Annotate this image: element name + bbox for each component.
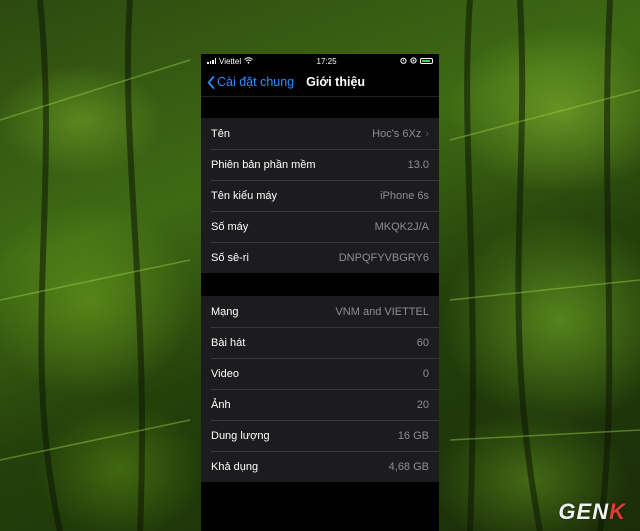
row-videos: Video 0 [201,358,439,389]
watermark-text: GEN [558,499,610,524]
row-value: 0 [422,367,429,380]
row-label: Ảnh [211,398,231,411]
row-serial-number: Số sê-ri DNPQFYVBGRY6 [201,242,439,273]
alarm-icon [400,57,407,66]
row-label: Số máy [211,220,249,233]
battery-icon [420,58,433,64]
chevron-right-icon: › [425,127,429,140]
signal-icon [207,58,216,64]
status-bar: Viettel 17:25 [201,54,439,68]
rotation-lock-icon [410,56,417,66]
row-label: Số sê-ri [211,251,249,264]
row-photos: Ảnh 20 [201,389,439,420]
row-songs: Bài hát 60 [201,327,439,358]
usage-info-group: Mạng VNM and VIETTEL Bài hát 60 Video 0 … [201,296,439,482]
watermark-accent-text: K [609,499,626,524]
device-info-group: Tên Hoc's 6Xz › Phiên bản phần mềm 13.0 … [201,118,439,273]
row-model-name: Tên kiểu máy iPhone 6s [201,180,439,211]
page-title: Giới thiệu [306,75,366,89]
row-value: iPhone 6s [380,189,429,202]
row-value: 4,68 GB [388,460,429,473]
row-capacity: Dung lượng 16 GB [201,420,439,451]
chevron-left-icon [207,75,215,89]
row-available: Khả dụng 4,68 GB [201,451,439,482]
row-value: DNPQFYVBGRY6 [338,251,429,264]
row-value: VNM and VIETTEL [335,305,429,318]
row-label: Video [211,367,239,380]
row-label: Mạng [211,305,239,318]
row-value: 20 [416,398,429,411]
wifi-icon [244,56,253,66]
navigation-bar: Cài đặt chung Giới thiệu [201,68,439,97]
row-label: Tên kiểu máy [211,189,278,202]
row-network: Mạng VNM and VIETTEL [201,296,439,327]
row-label: Bài hát [211,336,246,349]
row-software-version: Phiên bản phần mềm 13.0 [201,149,439,180]
row-label: Khả dụng [211,460,259,473]
row-value: 16 GB [397,429,429,442]
row-model-number: Số máy MKQK2J/A [201,211,439,242]
back-button[interactable]: Cài đặt chung [207,75,294,89]
row-label: Tên [211,127,230,140]
row-label: Phiên bản phần mềm [211,158,316,171]
genk-watermark-logo: GENK [558,499,626,525]
back-button-label: Cài đặt chung [217,75,295,89]
status-time: 17:25 [316,56,337,66]
row-value: 13.0 [407,158,429,171]
row-value: 60 [416,336,429,349]
phone-screen: Viettel 17:25 Cài đặt chung Giới thiệu T… [201,54,439,531]
row-name[interactable]: Tên Hoc's 6Xz › [201,118,439,149]
carrier-name: Viettel [219,56,242,66]
row-value: MKQK2J/A [374,220,429,233]
row-label: Dung lượng [211,429,270,442]
row-value: Hoc's 6Xz [372,127,422,140]
